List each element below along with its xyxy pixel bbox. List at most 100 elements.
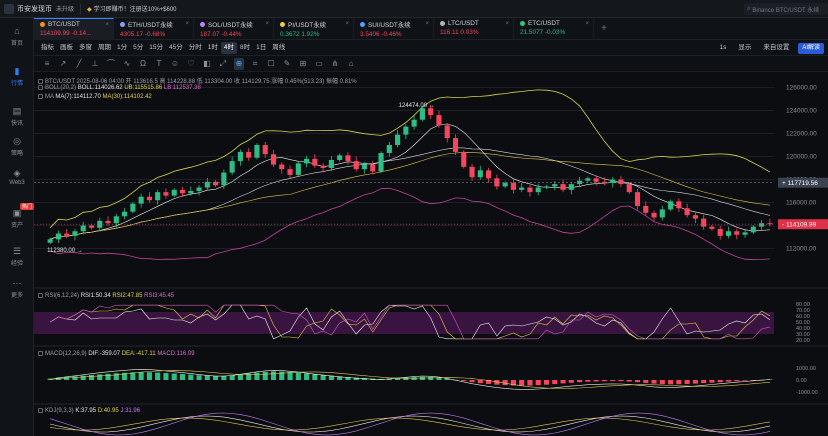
sidebar-item[interactable]: ⋯ 更多 (0, 278, 34, 299)
drawing-tool-icon[interactable]: ⌗ (250, 58, 260, 70)
close-icon[interactable]: × (265, 21, 269, 27)
rsi2-value: RSI2:47.85 (112, 293, 143, 299)
symbol-tab[interactable]: SOL/USDT永续 187.07 -0.44% × (194, 18, 274, 40)
sidebar-item[interactable]: ☰ 经验 (0, 246, 34, 267)
drawing-tool-icon[interactable]: ≡ (42, 58, 52, 70)
legend-toggle-icon[interactable] (38, 94, 43, 99)
candle (494, 174, 500, 190)
search-input[interactable]: ⌕ Binance BTC/USDT 永续 (744, 3, 828, 15)
toolbar-item[interactable]: 1时 (205, 42, 221, 54)
drawing-tool-icon[interactable]: ↗ (58, 58, 68, 70)
sidebar-item[interactable]: ◈ Web3 (0, 168, 34, 186)
drawing-tool-icon[interactable]: ⋔ (330, 58, 340, 70)
drawing-tool-icon[interactable]: Ω (138, 58, 148, 70)
macd-bar (204, 375, 210, 380)
tab-symbol: PI/USDT永续 (288, 22, 326, 29)
close-icon[interactable]: × (105, 22, 109, 28)
symbol-tab[interactable]: BTC/USDT 114109.99 -0.14... × (34, 18, 114, 40)
candle (213, 180, 219, 187)
drawing-tool-icon[interactable]: ⌂ (346, 58, 356, 70)
toolbar-item[interactable]: 周期 (95, 42, 114, 54)
close-icon[interactable]: × (185, 21, 189, 27)
sidebar-item[interactable]: ◎ 策略 (0, 136, 34, 157)
toolbar-item[interactable]: 45分 (166, 42, 186, 54)
symbol-tab[interactable]: ETC/USDT 21.5077 -0.03% × (514, 18, 594, 40)
candle (88, 223, 95, 230)
y-tick-label: 112000.00 (786, 246, 817, 253)
divider (80, 3, 82, 14)
drawing-tool-icon[interactable]: ◧ (202, 58, 212, 70)
legend-toggle-icon[interactable] (38, 85, 43, 90)
sidebar-item[interactable]: ▮ 行情 (0, 66, 34, 87)
candle (734, 228, 740, 240)
drawing-tool-icon[interactable]: ⊥ (90, 58, 100, 70)
candle (221, 169, 227, 190)
tab-symbol: LTC/USDT (448, 20, 479, 27)
drawing-tool-icon[interactable]: ♡ (186, 58, 196, 70)
chart-icon: ▮ (14, 66, 20, 76)
announcement[interactable]: ◆ 学习即赚币！注册送10%+$600 (87, 4, 177, 13)
drawing-tool-icon[interactable]: ⤢ (218, 58, 228, 70)
sidebar-item[interactable]: ▣ 资产 热门 (0, 203, 34, 229)
drawing-tool-icon[interactable]: ∿ (122, 58, 132, 70)
macd-legend: MACD(12,26,9) DIF:-359.07 DEA:-417.11 MA… (38, 351, 195, 357)
toolbar-option[interactable]: 显示 (735, 42, 754, 54)
candle (717, 225, 723, 240)
toolbar-option[interactable]: 来自设置 (760, 42, 792, 54)
toolbar-item[interactable]: 分时 (186, 42, 205, 54)
toolbar-item[interactable]: 8时 (237, 42, 253, 54)
symbol-tab[interactable]: ETH/USDT永续 4305.17 -0.68% × (114, 18, 194, 40)
drawing-tool-icon[interactable]: ╱ (74, 58, 84, 70)
toolbar-item[interactable]: 多窗 (76, 42, 95, 54)
y-tick-label: 124000.00 (786, 108, 817, 115)
toolbar-item[interactable]: 画板 (57, 42, 76, 54)
candle (436, 110, 442, 128)
sidebar-item[interactable]: ⌂ 首页 (0, 26, 34, 47)
ai-analysis-button[interactable]: AI解读 (798, 42, 824, 54)
candlestick-chart[interactable]: 112000.00114000.00116000.00118000.001200… (34, 72, 828, 436)
sidebar-item[interactable]: ▤ 快讯 (0, 106, 34, 127)
drawing-tool-icon[interactable]: ⌒ (106, 58, 116, 70)
chart-area[interactable]: 112000.00114000.00116000.00118000.001200… (34, 72, 828, 436)
macd-bar (552, 380, 558, 385)
close-icon[interactable]: × (425, 21, 429, 27)
toolbar-item[interactable]: 1日 (253, 42, 269, 54)
tab-change: -0.44% (221, 31, 242, 38)
drawing-tool-icon[interactable]: ▭ (314, 58, 324, 70)
toolbar-item[interactable]: 1分 (114, 42, 130, 54)
drawing-tool-icon[interactable]: ☺ (170, 58, 180, 70)
close-icon[interactable]: × (505, 21, 509, 27)
toolbar-item-label: 5分 (133, 43, 144, 51)
drawing-tool-icon[interactable]: ⊞ (298, 58, 308, 70)
close-icon[interactable]: × (585, 21, 589, 27)
toolbar-item[interactable]: 15分 (146, 42, 166, 54)
add-tab-button[interactable]: + (594, 18, 614, 39)
toolbar-item-label: 1日 (256, 43, 267, 51)
rsi-label: RSI(6,12,24) (45, 293, 80, 299)
candle (80, 221, 86, 235)
sidebar-item-label: 快讯 (10, 121, 23, 127)
macd-bar (659, 380, 665, 385)
coin-icon (200, 22, 205, 27)
drawing-tool-icon[interactable]: ⊕ (234, 57, 244, 70)
legend-toggle-icon[interactable] (38, 79, 43, 84)
drawing-tool-icon[interactable]: ☐ (266, 58, 276, 70)
symbol-tab[interactable]: LTC/USDT 116.11 0.03% × (434, 18, 514, 40)
candle (246, 148, 252, 161)
macd-bar (725, 380, 732, 382)
toolbar-item[interactable]: 4时 (220, 41, 237, 54)
toolbar-item[interactable]: 5分 (130, 42, 146, 54)
symbol-tab[interactable]: PI/USDT永续 0.3672 1.92% × (274, 18, 354, 40)
toolbar-item[interactable]: 指标 (38, 42, 57, 54)
drawing-tool-icon[interactable]: T (154, 58, 164, 70)
account-badge[interactable]: 未升级 (56, 4, 74, 13)
legend-toggle-icon[interactable] (38, 351, 43, 356)
close-icon[interactable]: × (345, 21, 349, 27)
legend-toggle-icon[interactable] (38, 293, 43, 298)
symbol-tab[interactable]: SUI/USDT永续 3.5406 -0.46% × (354, 18, 434, 40)
drawing-tool-icon[interactable]: ✎ (282, 58, 292, 70)
toolbar-item[interactable]: 周线 (269, 42, 288, 54)
toolbar-option[interactable]: 1s (716, 42, 729, 54)
tab-quote: 114109.99 -0.14... (40, 30, 113, 37)
legend-toggle-icon[interactable] (38, 408, 43, 413)
